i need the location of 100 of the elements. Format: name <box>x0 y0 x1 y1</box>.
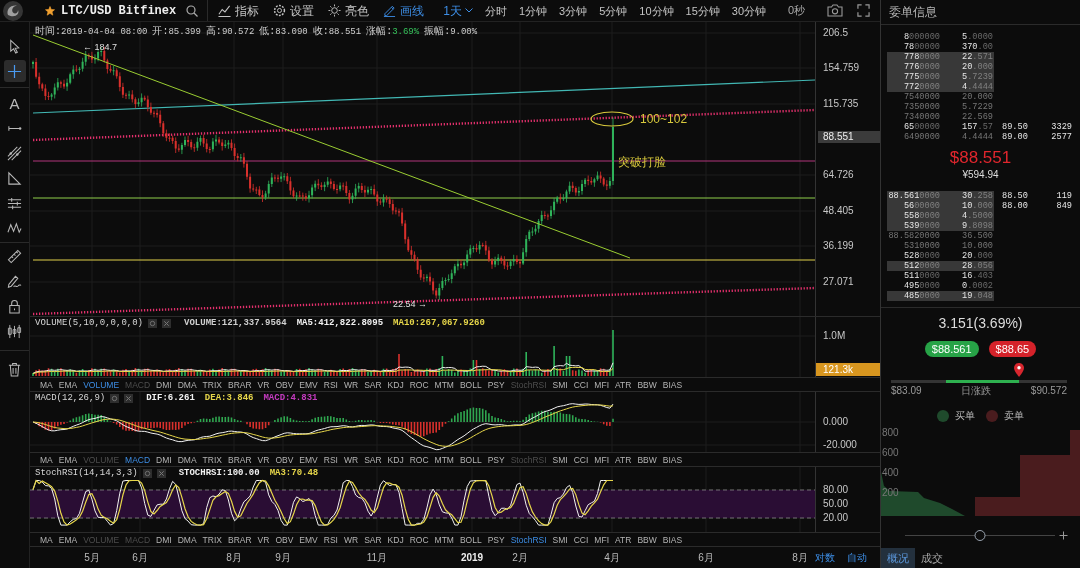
indicator-tab[interactable]: VR <box>257 453 270 466</box>
timeframe-tab[interactable]: 30分钟 <box>731 3 767 18</box>
indicator-tab[interactable]: BBW <box>637 453 657 466</box>
close-icon[interactable] <box>162 319 172 328</box>
indicator-tab[interactable]: WR <box>343 378 359 391</box>
indicator-tab[interactable]: RSI <box>323 533 338 546</box>
drawing-tool-button[interactable] <box>3 60 26 82</box>
indicator-tab[interactable]: RSI <box>323 378 338 391</box>
indicator-tab[interactable]: BOLL <box>459 378 482 391</box>
close-icon[interactable] <box>156 469 166 478</box>
indicator-tab[interactable]: MFI <box>594 533 609 546</box>
indicator-tab[interactable]: CCI <box>573 453 589 466</box>
fullscreen-icon[interactable] <box>857 4 870 17</box>
indicator-tab[interactable]: SMI <box>552 378 568 391</box>
indicator-tab[interactable]: SMI <box>552 533 568 546</box>
indicator-tab[interactable]: VR <box>257 533 270 546</box>
indicator-tab[interactable]: WR <box>343 533 359 546</box>
indicator-tab[interactable]: BRAR <box>227 533 252 546</box>
indicator-tab[interactable]: MTM <box>434 378 454 391</box>
indicator-tab[interactable]: KDJ <box>387 378 404 391</box>
indicator-tab[interactable]: OBV <box>275 378 294 391</box>
indicator-tab[interactable]: BIAS <box>662 533 683 546</box>
indicator-tab[interactable]: BBW <box>637 378 657 391</box>
indicator-tab[interactable]: EMV <box>299 453 318 466</box>
indicator-tab[interactable]: BRAR <box>227 378 252 391</box>
indicator-tab[interactable]: BIAS <box>662 378 683 391</box>
drawing-tool-button[interactable]: A <box>3 92 26 114</box>
indicator-tab[interactable]: CCI <box>573 533 589 546</box>
indicator-tab[interactable]: OBV <box>275 533 294 546</box>
indicator-tab[interactable]: ATR <box>615 533 632 546</box>
indicator-tab[interactable]: SAR <box>364 533 382 546</box>
indicator-tab[interactable]: MFI <box>594 453 609 466</box>
indicator-tab[interactable]: RSI <box>323 453 338 466</box>
indicator-tab[interactable]: EMV <box>299 378 318 391</box>
scale-mode-button[interactable]: 对数 <box>815 551 836 564</box>
indicator-tab[interactable]: SAR <box>364 453 382 466</box>
indicator-tab[interactable]: BIAS <box>662 453 683 466</box>
indicator-tab[interactable]: DMI <box>156 378 172 391</box>
indicator-tab[interactable]: DMI <box>156 453 172 466</box>
indicator-tab[interactable]: EMA <box>58 378 78 391</box>
indicator-tab[interactable]: DMI <box>156 533 172 546</box>
indicator-tab[interactable]: OBV <box>275 453 294 466</box>
timeframe-tab[interactable]: 分时 <box>484 3 507 18</box>
indicator-tab[interactable]: SMI <box>552 453 568 466</box>
indicator-tab[interactable]: EMA <box>58 533 78 546</box>
toolbar-button[interactable]: 指标 <box>218 3 260 18</box>
plus-icon[interactable] <box>1059 530 1068 540</box>
indicator-tab[interactable]: BOLL <box>459 453 482 466</box>
scale-mode-button[interactable]: 自动 <box>847 551 868 564</box>
toolbar-button[interactable]: 亮色 <box>328 3 370 18</box>
indicator-tab[interactable]: KDJ <box>387 453 404 466</box>
toolbar-button[interactable]: 画线 <box>383 3 425 18</box>
indicator-tab[interactable]: ROC <box>409 533 429 546</box>
settings-icon[interactable] <box>110 394 120 403</box>
indicator-tab[interactable]: ATR <box>615 378 632 391</box>
timeframe-tab[interactable]: 5分钟 <box>599 3 628 18</box>
indicator-tab[interactable]: ATR <box>615 453 632 466</box>
indicator-tab[interactable]: CCI <box>573 378 589 391</box>
indicator-tab[interactable]: SAR <box>364 378 382 391</box>
indicator-tab[interactable]: StochRSI <box>510 533 547 546</box>
indicator-tab[interactable]: DMA <box>177 378 197 391</box>
timeframe-tab[interactable]: 3分钟 <box>559 3 588 18</box>
timeframe-tab[interactable]: 10分钟 <box>639 3 674 18</box>
indicator-tab[interactable]: MA <box>40 453 53 466</box>
indicator-tab[interactable]: MFI <box>594 378 609 391</box>
timeframe-tab[interactable]: 15分钟 <box>685 3 720 18</box>
indicator-tab[interactable]: BRAR <box>227 453 252 466</box>
toolbar-button[interactable]: 设置 <box>273 3 315 18</box>
indicator-tab[interactable]: MA <box>40 533 53 546</box>
indicator-tab[interactable]: VR <box>257 378 270 391</box>
close-icon[interactable] <box>124 394 134 403</box>
indicator-tab[interactable]: TRIX <box>202 533 222 546</box>
indicator-tab[interactable]: TRIX <box>202 453 222 466</box>
indicator-tab[interactable]: TRIX <box>202 378 222 391</box>
indicator-tab[interactable]: BOLL <box>459 533 482 546</box>
indicator-tab[interactable]: KDJ <box>387 533 404 546</box>
indicator-tab[interactable]: VOLUME <box>83 378 120 391</box>
indicator-tab[interactable]: PSY <box>487 453 505 466</box>
zoom-slider-thumb[interactable] <box>974 529 986 541</box>
indicator-tab[interactable]: ROC <box>409 378 429 391</box>
indicator-tab[interactable]: DMA <box>177 533 197 546</box>
indicator-tab[interactable]: PSY <box>487 533 505 546</box>
star-icon[interactable] <box>45 5 55 16</box>
indicator-tab[interactable]: MACD <box>125 453 151 466</box>
indicator-tab[interactable]: EMA <box>58 453 78 466</box>
indicator-tab[interactable]: PSY <box>487 378 505 391</box>
timeframe-tab[interactable]: 1天 <box>443 3 473 18</box>
settings-icon[interactable] <box>142 469 152 478</box>
indicator-tab[interactable]: BBW <box>637 533 657 546</box>
search-icon[interactable] <box>186 4 199 17</box>
indicator-tab[interactable]: DMA <box>177 453 197 466</box>
indicator-tab[interactable]: MA <box>40 378 53 391</box>
panel-tab[interactable]: 概况 <box>881 548 915 568</box>
settings-icon[interactable] <box>148 319 158 328</box>
indicator-tab[interactable]: ROC <box>409 453 429 466</box>
indicator-tab[interactable]: MTM <box>434 533 454 546</box>
indicator-tab[interactable]: EMV <box>299 533 318 546</box>
panel-tab[interactable]: 成交 <box>915 548 949 568</box>
indicator-tab[interactable]: WR <box>343 453 359 466</box>
camera-icon[interactable] <box>827 4 843 17</box>
